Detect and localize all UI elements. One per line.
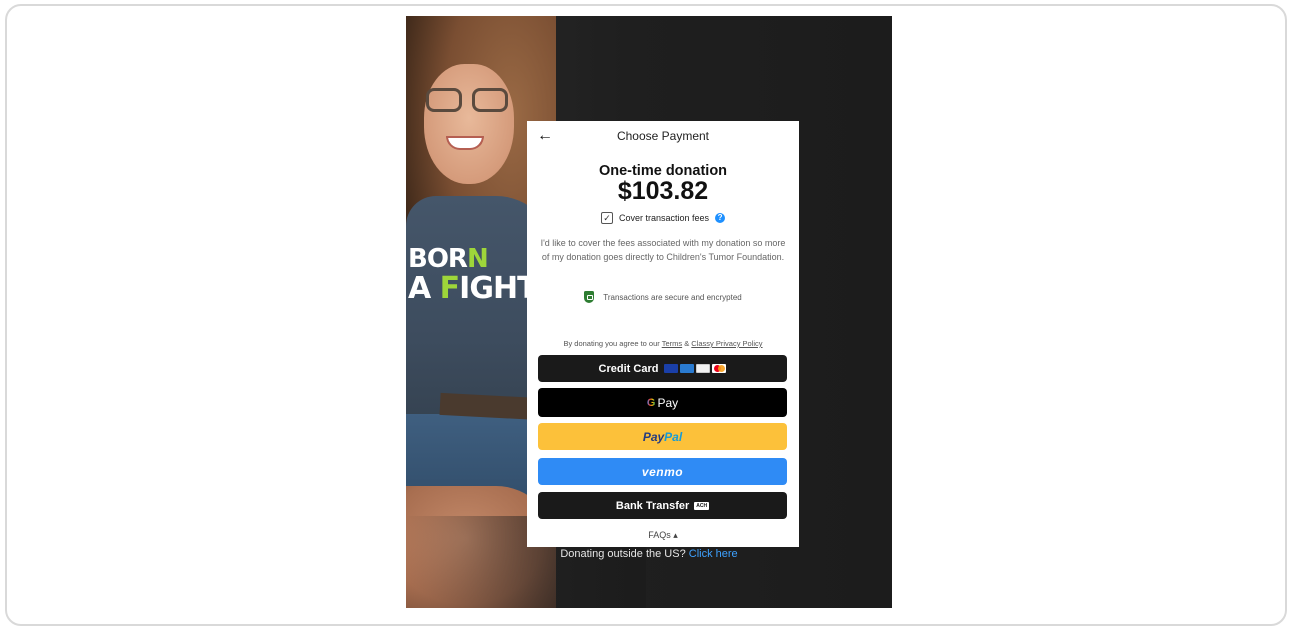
bank-transfer-label: Bank Transfer	[615, 499, 690, 512]
venmo-button[interactable]: venmo	[538, 458, 787, 485]
ach-badge: ACH	[694, 501, 710, 510]
hero-photo-face	[424, 64, 514, 184]
visa-icon	[664, 364, 679, 373]
credit-card-label: Credit Card	[598, 362, 659, 375]
hero-photo-glasses	[426, 88, 512, 114]
faqs-toggle[interactable]: FAQs ▴	[527, 530, 799, 541]
paypal-button[interactable]: Pay Pal	[538, 423, 787, 450]
secure-text: Transactions are secure and encrypted	[603, 292, 742, 302]
credit-card-button[interactable]: Credit Card	[538, 355, 787, 382]
amex-icon	[680, 364, 695, 373]
google-pay-button[interactable]: G Pay	[538, 388, 787, 417]
paypal-logo-pay: Pay	[642, 429, 665, 444]
outside-us-notice: Donating outside the US? Click here	[560, 548, 738, 560]
secure-notice: Transactions are secure and encrypted	[527, 291, 799, 303]
help-icon[interactable]: ?	[715, 213, 726, 223]
paypal-logo-pal: Pal	[664, 429, 683, 444]
payment-card: ← Choose Payment One-time donation $103.…	[527, 121, 799, 547]
bank-transfer-button[interactable]: Bank Transfer ACH	[538, 492, 787, 519]
card-brand-icons	[664, 364, 727, 373]
venmo-logo: venmo	[641, 464, 684, 479]
google-g-icon: G	[646, 396, 656, 409]
page-title: Choose Payment	[616, 129, 710, 143]
cover-fees-row: ✓ Cover transaction fees ?	[527, 212, 799, 224]
donation-amount: $103.82	[617, 177, 709, 205]
cover-fees-label: Cover transaction fees	[618, 213, 710, 223]
agreement-text: By donating you agree to our Terms & Cla…	[563, 339, 763, 348]
discover-icon	[696, 364, 711, 373]
privacy-policy-link[interactable]: Classy Privacy Policy	[691, 339, 762, 348]
terms-link[interactable]: Terms	[662, 339, 682, 348]
shield-lock-icon	[584, 291, 595, 303]
cover-fees-checkbox[interactable]: ✓	[600, 212, 613, 224]
google-pay-label: Pay	[657, 395, 679, 410]
cover-fees-description: I'd like to cover the fees associated wi…	[540, 238, 786, 262]
mastercard-icon	[712, 364, 727, 373]
outside-us-link[interactable]: Click here	[689, 548, 738, 560]
